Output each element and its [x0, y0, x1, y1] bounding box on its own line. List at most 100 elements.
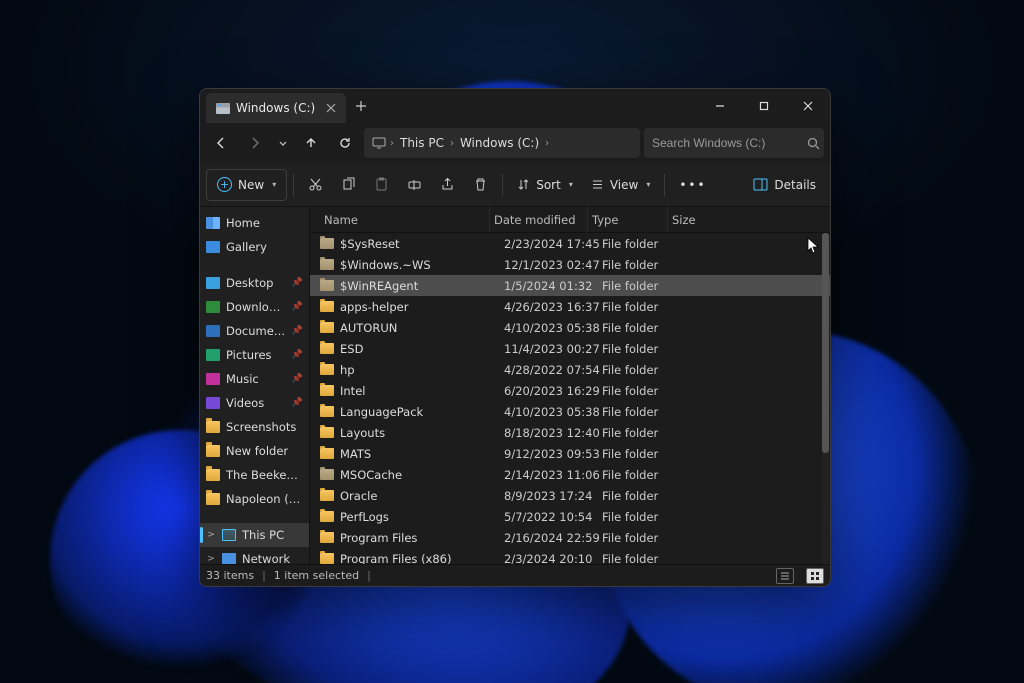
breadcrumb-root[interactable]: This PC	[396, 134, 448, 152]
back-button[interactable]	[206, 128, 236, 158]
table-row[interactable]: Program Files (x86)2/3/2024 20:10File fo…	[310, 548, 830, 564]
file-name: Program Files (x86)	[340, 552, 504, 565]
sort-icon	[517, 178, 530, 191]
sidebar-item-napoleon-2023[interactable]: Napoleon (2023	[200, 487, 309, 511]
file-type: File folder	[602, 237, 682, 251]
titlebar: Windows (C:)	[200, 89, 830, 123]
paste-icon	[374, 177, 389, 192]
chevron-right-icon: ›	[390, 138, 394, 149]
share-icon	[440, 177, 455, 192]
column-date[interactable]: Date modified	[490, 207, 588, 232]
view-details-toggle[interactable]	[776, 568, 794, 584]
tab-active[interactable]: Windows (C:)	[206, 93, 346, 123]
folder-icon	[320, 490, 334, 501]
search-box[interactable]	[644, 128, 824, 158]
table-row[interactable]: hp4/28/2022 07:54File folder	[310, 359, 830, 380]
sidebar-item-network[interactable]: >Network	[200, 547, 309, 564]
trash-icon	[473, 177, 488, 192]
column-type[interactable]: Type	[588, 207, 668, 232]
sidebar-item-label: Screenshots	[226, 420, 296, 434]
sidebar-item-desktop[interactable]: Desktop📌	[200, 271, 309, 295]
sidebar-item-videos[interactable]: Videos 📌	[200, 391, 309, 415]
toolbar: + New ▾ Sort ▾ View ▾ ••• Details	[200, 163, 830, 207]
sidebar-item-label: Home	[226, 216, 260, 230]
search-input[interactable]	[652, 136, 807, 150]
table-row[interactable]: $SysReset2/23/2024 17:45File folder	[310, 233, 830, 254]
breadcrumb-current[interactable]: Windows (C:)	[456, 134, 543, 152]
table-row[interactable]: $WinREAgent1/5/2024 01:32File folder	[310, 275, 830, 296]
table-row[interactable]: apps-helper4/26/2023 16:37File folder	[310, 296, 830, 317]
cut-button[interactable]	[300, 169, 331, 201]
monitor-icon	[372, 137, 386, 149]
delete-button[interactable]	[465, 169, 496, 201]
column-headers: Name Date modified Type Size	[310, 207, 830, 233]
minimize-button[interactable]	[698, 89, 742, 123]
table-row[interactable]: Program Files2/16/2024 22:59File folder	[310, 527, 830, 548]
sort-button[interactable]: Sort ▾	[509, 169, 581, 201]
pin-icon: 📌	[292, 398, 303, 408]
file-name: Program Files	[340, 531, 504, 545]
column-size[interactable]: Size	[668, 207, 830, 232]
table-row[interactable]: ESD11/4/2023 00:27File folder	[310, 338, 830, 359]
home-icon	[206, 217, 220, 229]
scrollbar-thumb[interactable]	[822, 233, 829, 453]
sidebar-item-this-pc[interactable]: >This PC	[200, 523, 309, 547]
maximize-button[interactable]	[742, 89, 786, 123]
sidebar-item-music[interactable]: Music📌	[200, 367, 309, 391]
file-date: 2/16/2024 22:59	[504, 531, 602, 545]
sidebar-item-label: Pictures	[226, 348, 272, 362]
file-type: File folder	[602, 510, 682, 524]
table-row[interactable]: LanguagePack4/10/2023 05:38File folder	[310, 401, 830, 422]
up-button[interactable]	[296, 128, 326, 158]
folder-icon	[320, 343, 334, 354]
chevron-right-icon: ›	[545, 138, 549, 149]
forward-button[interactable]	[240, 128, 270, 158]
sidebar-item-label: Videos	[226, 396, 264, 410]
table-row[interactable]: MSOCache2/14/2023 11:06File folder	[310, 464, 830, 485]
file-type: File folder	[602, 342, 682, 356]
view-icons-toggle[interactable]	[806, 568, 824, 584]
plus-circle-icon: +	[217, 177, 232, 192]
table-row[interactable]: PerfLogs5/7/2022 10:54File folder	[310, 506, 830, 527]
file-type: File folder	[602, 552, 682, 565]
column-name[interactable]: Name	[320, 207, 490, 232]
sidebar-item-label: Downloads	[226, 300, 286, 314]
more-button[interactable]: •••	[671, 169, 714, 201]
file-type: File folder	[602, 300, 682, 314]
rename-button[interactable]	[399, 169, 430, 201]
sidebar-item-pictures[interactable]: Pictures 📌	[200, 343, 309, 367]
table-row[interactable]: $Windows.~WS12/1/2023 02:47File folder	[310, 254, 830, 275]
sidebar-item-home[interactable]: Home	[200, 211, 309, 235]
details-pane-button[interactable]: Details	[745, 169, 824, 201]
file-name: MATS	[340, 447, 504, 461]
table-row[interactable]: Oracle8/9/2023 17:24File folder	[310, 485, 830, 506]
view-button[interactable]: View ▾	[583, 169, 659, 201]
table-row[interactable]: Intel6/20/2023 16:29File folder	[310, 380, 830, 401]
tab-close-button[interactable]	[326, 103, 336, 113]
sidebar-item-new-folder[interactable]: New folder	[200, 439, 309, 463]
sidebar-item-gallery[interactable]: Gallery	[200, 235, 309, 259]
pin-icon: 📌	[292, 350, 303, 360]
body: HomeGallery Desktop📌Downloads📌Documents📌…	[200, 207, 830, 564]
sidebar-item-the-beekeeper-[interactable]: The Beekeeper (	[200, 463, 309, 487]
table-row[interactable]: Layouts8/18/2023 12:40File folder	[310, 422, 830, 443]
new-button[interactable]: + New ▾	[206, 169, 287, 201]
copy-button[interactable]	[333, 169, 364, 201]
copy-icon	[341, 177, 356, 192]
share-button[interactable]	[432, 169, 463, 201]
sidebar-item-screenshots[interactable]: Screenshots	[200, 415, 309, 439]
refresh-button[interactable]	[330, 128, 360, 158]
sidebar-item-label: Documents	[226, 324, 286, 338]
sidebar-item-downloads[interactable]: Downloads📌	[200, 295, 309, 319]
paste-button[interactable]	[366, 169, 397, 201]
pin-icon: 📌	[292, 374, 303, 384]
sidebar-item-documents[interactable]: Documents📌	[200, 319, 309, 343]
table-row[interactable]: MATS9/12/2023 09:53File folder	[310, 443, 830, 464]
recent-locations-button[interactable]	[274, 128, 292, 158]
table-row[interactable]: AUTORUN4/10/2023 05:38File folder	[310, 317, 830, 338]
folder-icon	[320, 364, 334, 375]
address-bar[interactable]: › This PC › Windows (C:) ›	[364, 128, 640, 158]
close-button[interactable]	[786, 89, 830, 123]
chevron-down-icon: ▾	[646, 180, 650, 189]
new-tab-button[interactable]	[346, 89, 376, 123]
